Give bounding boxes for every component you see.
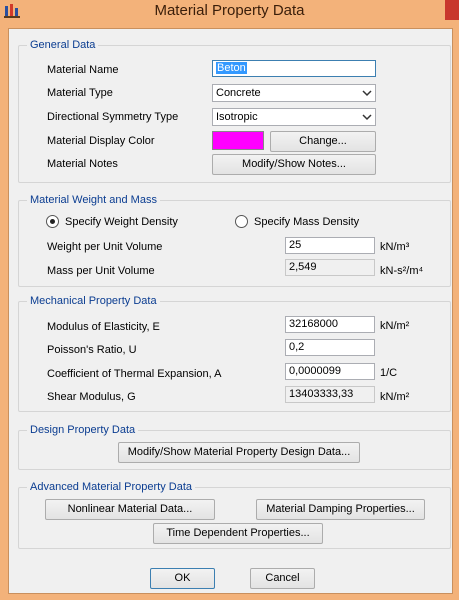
weight-density-radio[interactable] bbox=[46, 215, 59, 228]
window-title: Material Property Data bbox=[154, 2, 305, 19]
change-color-button[interactable]: Change... bbox=[270, 131, 376, 152]
weight-mass-heading: Material Weight and Mass bbox=[27, 193, 160, 207]
shear-modulus-input: 13403333,33 bbox=[285, 386, 375, 403]
thermal-unit: 1/C bbox=[380, 367, 398, 379]
material-name-label: Material Name bbox=[47, 64, 119, 76]
material-name-value: Beton bbox=[216, 62, 247, 74]
symmetry-type-label: Directional Symmetry Type bbox=[47, 111, 179, 123]
poisson-input[interactable]: 0,2 bbox=[285, 339, 375, 356]
weight-unit: kN/m³ bbox=[380, 241, 410, 253]
thermal-coefficient-label: Coefficient of Thermal Expansion, A bbox=[47, 368, 222, 380]
material-name-input[interactable]: Beton bbox=[212, 60, 376, 77]
mass-density-radio[interactable] bbox=[235, 215, 248, 228]
display-color-swatch[interactable] bbox=[212, 131, 264, 150]
weight-density-label[interactable]: Specify Weight Density bbox=[65, 215, 178, 229]
material-notes-label: Material Notes bbox=[47, 158, 118, 170]
weight-per-volume-label: Weight per Unit Volume bbox=[47, 241, 163, 253]
weight-per-volume-input[interactable]: 25 bbox=[285, 237, 375, 254]
shear-modulus-label: Shear Modulus, G bbox=[47, 391, 136, 403]
design-data-button[interactable]: Modify/Show Material Property Design Dat… bbox=[118, 442, 360, 463]
thermal-coefficient-input[interactable]: 0,0000099 bbox=[285, 363, 375, 380]
damping-properties-button[interactable]: Material Damping Properties... bbox=[256, 499, 425, 520]
display-color-label: Material Display Color bbox=[47, 135, 155, 147]
mass-density-label[interactable]: Specify Mass Density bbox=[254, 215, 359, 229]
time-dependent-button[interactable]: Time Dependent Properties... bbox=[153, 523, 323, 544]
modify-notes-button[interactable]: Modify/Show Notes... bbox=[212, 154, 376, 175]
symmetry-type-value: Isotropic bbox=[216, 111, 258, 123]
symmetry-type-select[interactable]: Isotropic bbox=[212, 108, 376, 126]
material-type-select[interactable]: Concrete bbox=[212, 84, 376, 102]
modulus-label: Modulus of Elasticity, E bbox=[47, 321, 160, 333]
ok-button[interactable]: OK bbox=[150, 568, 215, 589]
general-data-heading: General Data bbox=[27, 38, 99, 52]
mechanical-heading: Mechanical Property Data bbox=[27, 294, 160, 308]
shear-unit: kN/m² bbox=[380, 391, 410, 403]
chevron-down-icon bbox=[362, 114, 372, 121]
modulus-input[interactable]: 32168000 bbox=[285, 316, 375, 333]
mass-per-volume-label: Mass per Unit Volume bbox=[47, 265, 155, 277]
mass-unit: kN-s²/m⁴ bbox=[380, 265, 424, 277]
title-bar[interactable]: Material Property Data bbox=[0, 0, 459, 26]
advanced-heading: Advanced Material Property Data bbox=[27, 480, 196, 494]
nonlinear-data-button[interactable]: Nonlinear Material Data... bbox=[45, 499, 215, 520]
close-button[interactable] bbox=[445, 0, 459, 20]
modulus-unit: kN/m² bbox=[380, 320, 410, 332]
radio-selected-dot bbox=[50, 219, 55, 224]
chevron-down-icon bbox=[362, 90, 372, 97]
poisson-label: Poisson's Ratio, U bbox=[47, 344, 137, 356]
mass-per-volume-input: 2,549 bbox=[285, 259, 375, 276]
material-type-value: Concrete bbox=[216, 87, 261, 99]
material-type-label: Material Type bbox=[47, 87, 113, 99]
cancel-button[interactable]: Cancel bbox=[250, 568, 315, 589]
design-heading: Design Property Data bbox=[27, 423, 139, 437]
